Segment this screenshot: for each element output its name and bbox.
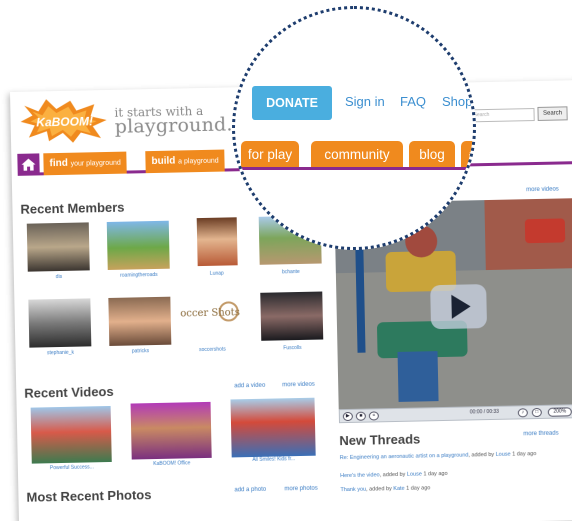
sign-in-link[interactable]: Sign in [345, 94, 385, 109]
video-thumbnail[interactable] [130, 401, 212, 460]
thread-title-link[interactable]: Here's the video [340, 472, 380, 479]
rewind-icon[interactable]: « [368, 411, 379, 421]
soccer-shots-logo-art: Soccer Shots [173, 301, 240, 322]
play-icon [451, 294, 471, 319]
video-play-button[interactable] [430, 284, 488, 330]
nav-tab-find[interactable]: find your playground [43, 151, 128, 176]
donate-button[interactable]: DONATE [252, 86, 332, 120]
video-thumbnail[interactable] [30, 405, 112, 464]
nav-tab-find-sub: your playground [70, 159, 121, 168]
shop-link[interactable]: Shop [442, 94, 472, 109]
thread-added-by: added by [369, 486, 392, 493]
zoom-button[interactable]: 200% [547, 407, 572, 417]
member-name[interactable]: Lunap [182, 270, 252, 277]
site-tagline: it starts with a playground. [114, 103, 233, 138]
kaboom-logo[interactable]: KaBOOM! [18, 96, 111, 144]
fullscreen-icon[interactable]: □ [531, 407, 542, 418]
member-avatar[interactable] [28, 298, 92, 348]
thread-user-link[interactable]: Louse [496, 452, 511, 458]
member-avatar[interactable] [196, 217, 238, 267]
nav-tab-for-play[interactable]: for play [241, 141, 299, 168]
tagline-line2: playground. [114, 113, 233, 138]
most-recent-photos-title: Most Recent Photos [26, 487, 152, 505]
nav-tab-build-label: build [151, 155, 176, 168]
thread-title-link[interactable]: Re: Engineering an aeronautic artist on … [340, 452, 469, 461]
member-name[interactable]: bchante [256, 268, 326, 275]
thread-added-by: added by [471, 451, 495, 459]
nav-tab-build[interactable]: build a playground [145, 149, 225, 174]
thread-title-link[interactable]: Thank you [340, 487, 366, 494]
new-threads-title: New Threads [339, 431, 421, 449]
site-search-input[interactable]: Search [470, 108, 535, 123]
featured-more-videos-link[interactable]: more videos [526, 187, 559, 194]
thread-user-link[interactable]: Louse [407, 471, 422, 477]
nav-underline [235, 167, 473, 170]
nav-home-button[interactable] [17, 153, 40, 176]
nav-tab-blog[interactable]: blog [409, 141, 455, 168]
svg-text:KaBOOM!: KaBOOM! [36, 114, 93, 129]
more-photos-link[interactable]: more photos [284, 486, 317, 493]
member-name[interactable]: patricks [105, 348, 175, 355]
member-name[interactable]: soccershots [177, 346, 247, 354]
member-name[interactable]: Fuscolls [257, 344, 327, 351]
video-thumbnail[interactable] [230, 397, 316, 458]
recent-videos-title: Recent Videos [24, 383, 114, 401]
thread-when: 1 day ago [423, 470, 448, 478]
screenshot-stage: KaBOOM! it starts with a playground. Sea… [0, 0, 572, 521]
video-time: 00:00 / 00:33 [469, 408, 500, 416]
add-photo-link[interactable]: add a photo [234, 487, 266, 494]
member-name[interactable]: roamingtheroads [104, 272, 174, 279]
nav-tab-build-sub: a playground [178, 157, 219, 166]
member-avatar[interactable] [26, 222, 90, 272]
thread-item: Here's the video, added by Louse 1 day a… [340, 470, 448, 480]
thread-item: Re: Engineering an aeronautic artist on … [339, 451, 537, 462]
nav-tab-find-label: find [49, 157, 68, 170]
kaboom-starburst-icon: KaBOOM! [20, 99, 107, 143]
stop-icon[interactable]: ■ [355, 411, 366, 421]
site-search-button[interactable]: Search [537, 106, 568, 121]
video-title[interactable]: Powerful Success... [32, 464, 112, 472]
faq-link[interactable]: FAQ [400, 94, 426, 109]
nav-tab-community[interactable]: community [311, 141, 403, 168]
member-avatar[interactable] [106, 220, 170, 270]
magnifier-callout: DONATE Sign in FAQ Shop for play communi… [232, 6, 476, 250]
member-name[interactable]: dis [24, 273, 94, 280]
thread-when: 1 day ago [406, 485, 431, 492]
thread-when: 1 day ago [512, 451, 537, 458]
member-name[interactable]: stephanie_k [25, 349, 95, 357]
member-avatar[interactable] [260, 291, 324, 341]
thread-added-by: added by [382, 471, 406, 479]
video-title[interactable]: KaBOOM! Office [132, 460, 212, 468]
member-avatar[interactable] [108, 296, 172, 346]
recent-members-title: Recent Members [20, 199, 125, 217]
thread-user-link[interactable]: Kate [393, 486, 404, 492]
play-small-icon[interactable]: ▶ [342, 411, 353, 422]
more-videos-link[interactable]: more videos [282, 382, 315, 389]
video-title[interactable]: All Smiles! Kids fr... [232, 456, 316, 464]
soccer-shots-logo[interactable]: Soccer Shots [173, 293, 244, 343]
add-video-link[interactable]: add a video [234, 383, 265, 390]
more-threads-link[interactable]: more threads [523, 431, 558, 438]
thread-item: Thank you, added by Kate 1 day ago [340, 485, 431, 494]
home-icon [21, 158, 36, 171]
svg-text:Soccer Shots: Soccer Shots [180, 307, 240, 319]
volume-icon[interactable]: ♪ [517, 408, 528, 418]
